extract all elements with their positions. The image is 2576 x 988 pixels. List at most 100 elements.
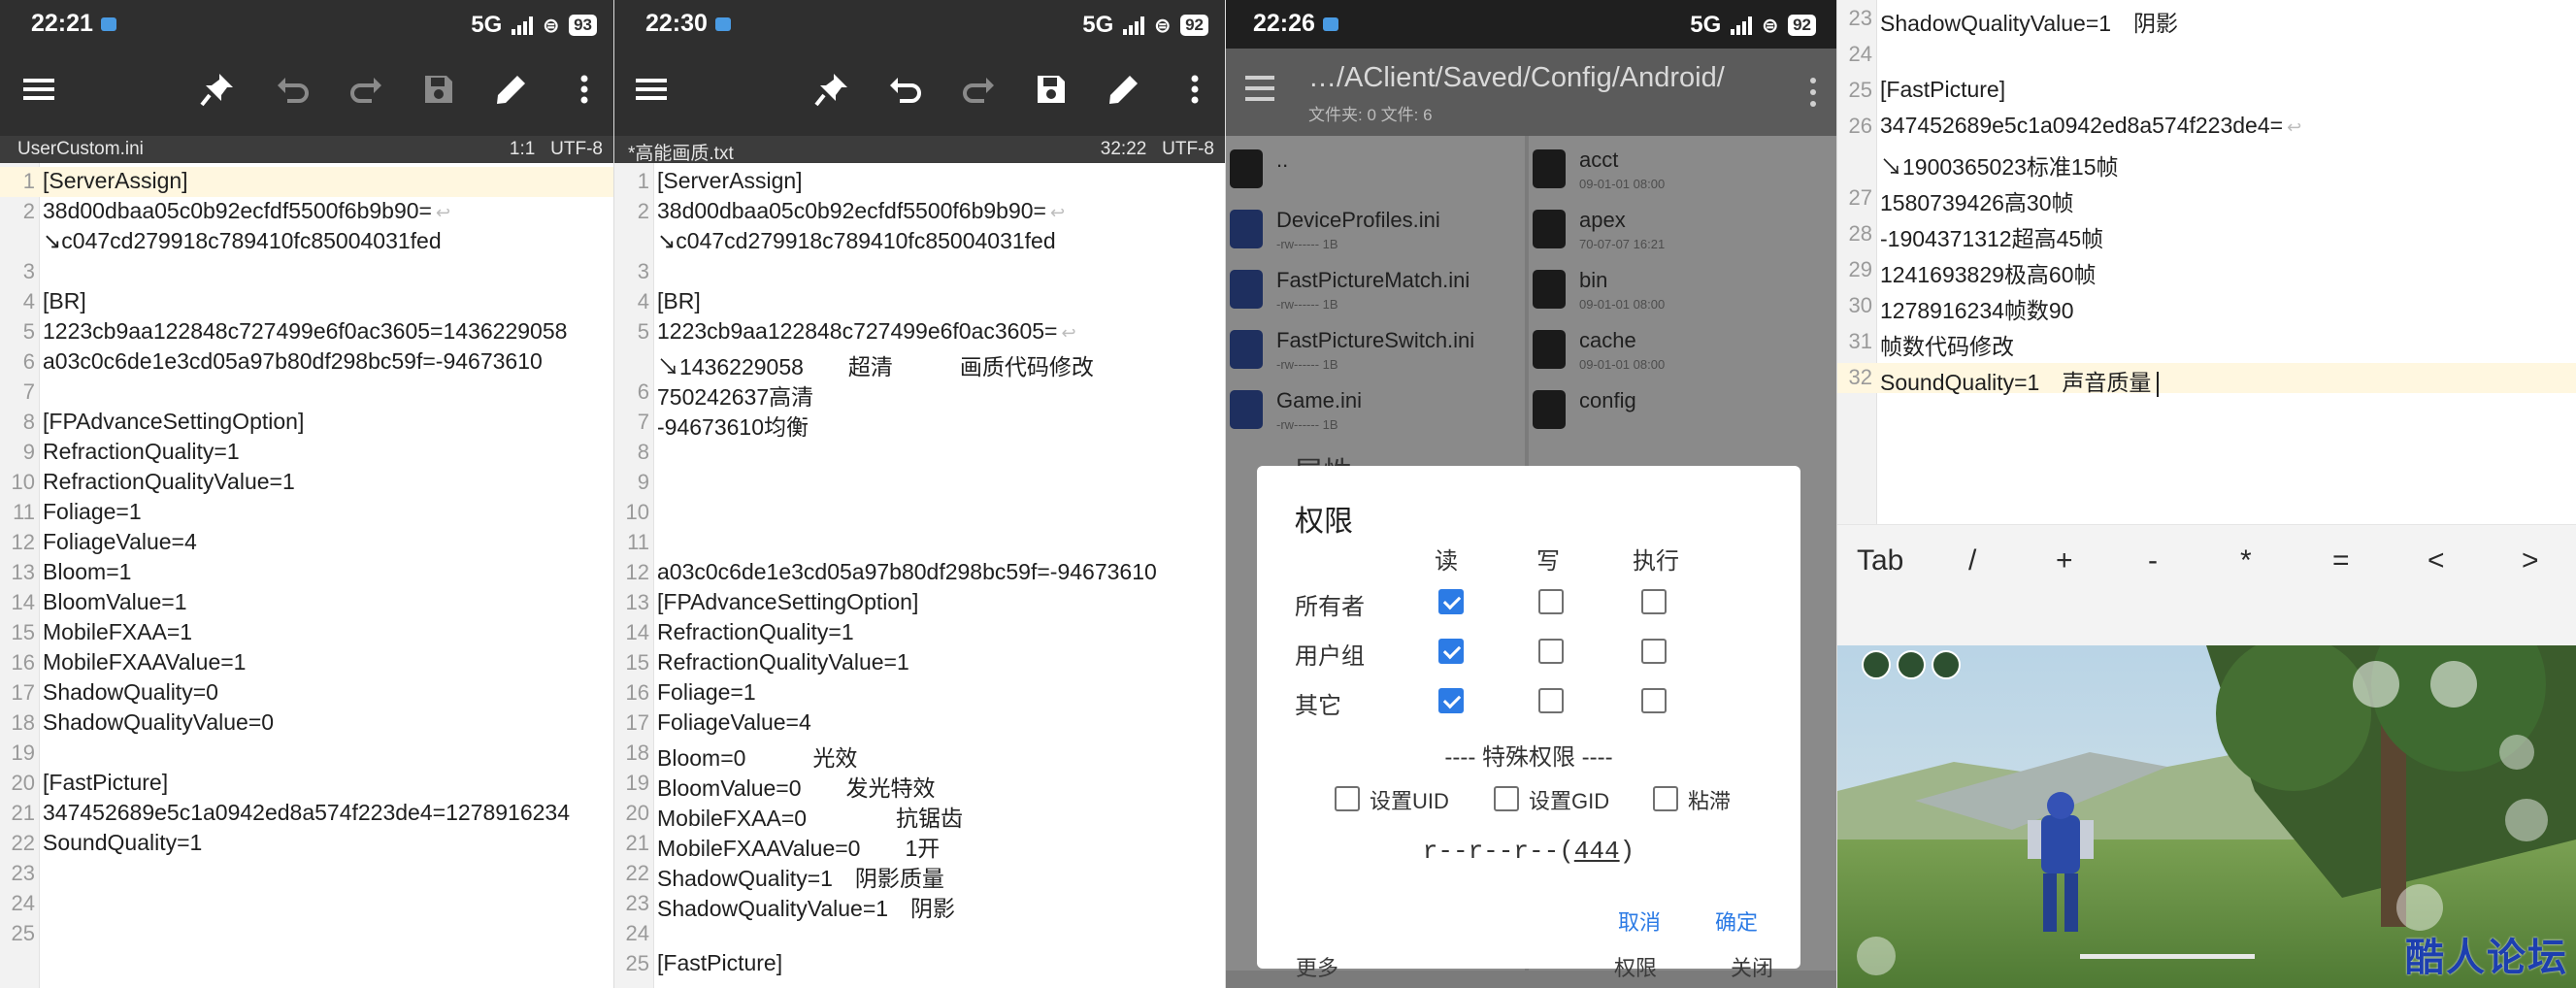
- editor-line[interactable]: 11: [614, 528, 1226, 558]
- editor-line[interactable]: 23 ShadowQualityValue=1 阴影: [614, 889, 1226, 921]
- text-editor[interactable]: 1 [ServerAssign] 2 38d00dbaa05c0b92ecfdf550…: [0, 163, 614, 988]
- editor-line[interactable]: 14 BloomValue=1: [0, 588, 614, 618]
- symbol-key[interactable]: +: [2056, 544, 2073, 577]
- editor-line[interactable]: 31 帧数代码修改: [1837, 327, 2576, 359]
- editor-line[interactable]: 2 38d00dbaa05c0b92ecfdf5500f6b9b90= ↩: [0, 197, 614, 227]
- editor-line[interactable]: 5 1223cb9aa122848c727499e6f0ac3605=143622…: [0, 317, 614, 347]
- permission-checkbox[interactable]: [1641, 589, 1667, 614]
- editor-line[interactable]: 10 RefractionQualityValue=1: [0, 468, 614, 498]
- editor-line[interactable]: 18 ShadowQualityValue=0: [0, 708, 614, 739]
- pin-icon[interactable]: [812, 70, 851, 109]
- editor-line[interactable]: 7 -94673610均衡: [614, 408, 1226, 440]
- editor-line[interactable]: 4 [BR]: [0, 287, 614, 317]
- permission-checkbox[interactable]: [1438, 639, 1464, 664]
- symbol-key[interactable]: /: [1968, 544, 1976, 577]
- editor-line[interactable]: 24: [614, 919, 1226, 949]
- more-icon[interactable]: [1175, 70, 1214, 109]
- special-permission-checkbox[interactable]: [1653, 786, 1678, 811]
- permission-checkbox[interactable]: [1538, 589, 1564, 614]
- edit-icon[interactable]: [492, 70, 531, 109]
- editor-line[interactable]: 25 [FastPicture]: [1837, 76, 2576, 106]
- redo-icon[interactable]: [959, 70, 998, 109]
- symbol-key[interactable]: >: [2522, 544, 2539, 577]
- editor-line[interactable]: ↘1436229058 超清 画质代码修改: [614, 347, 1226, 379]
- file-item[interactable]: FastPictureMatch.ini -rw------ 1B: [1226, 262, 1525, 318]
- symbol-key[interactable]: *: [2240, 544, 2252, 577]
- editor-line[interactable]: 19: [0, 739, 614, 769]
- file-item[interactable]: config: [1529, 382, 1837, 439]
- file-item[interactable]: bin 09-01-01 08:00: [1529, 262, 1837, 318]
- editor-line[interactable]: 2 38d00dbaa05c0b92ecfdf5500f6b9b90= ↩: [614, 197, 1226, 227]
- editor-line[interactable]: ↘1900365023标准15帧: [1837, 148, 2576, 180]
- permission-checkbox[interactable]: [1438, 589, 1464, 614]
- symbol-key[interactable]: Tab: [1857, 544, 1903, 577]
- editor-line[interactable]: 24: [0, 889, 614, 919]
- editor-line[interactable]: ↘c047cd279918c789410fc85004031fed: [0, 227, 614, 257]
- redo-icon[interactable]: [347, 70, 385, 109]
- ok-button[interactable]: 确定: [1715, 906, 1758, 937]
- file-item[interactable]: apex 70-07-07 16:21: [1529, 202, 1837, 258]
- editor-line[interactable]: 13 Bloom=1: [0, 558, 614, 588]
- undo-icon[interactable]: [274, 70, 313, 109]
- save-icon[interactable]: [1032, 70, 1071, 109]
- editor-line[interactable]: 26 347452689e5c1a0942ed8a574f223de4= ↩: [1837, 112, 2576, 142]
- editor-line[interactable]: 8: [614, 438, 1226, 468]
- editor-line[interactable]: 6 a03c0c6de1e3cd05a97b80df298bc59f=-94673…: [0, 347, 614, 378]
- menu-icon[interactable]: [1245, 76, 1274, 108]
- undo-icon[interactable]: [886, 70, 925, 109]
- file-item[interactable]: Game.ini -rw------ 1B: [1226, 382, 1525, 439]
- editor-line[interactable]: 17 FoliageValue=4: [614, 708, 1226, 739]
- editor-line[interactable]: 32 SoundQuality=1 声音质量: [1837, 363, 2576, 397]
- editor-line[interactable]: 18 Bloom=0 光效: [614, 739, 1226, 771]
- cancel-button[interactable]: 取消: [1618, 906, 1661, 937]
- editor-line[interactable]: 29 1241693829极高60帧: [1837, 255, 2576, 287]
- file-item[interactable]: FastPictureSwitch.ini -rw------ 1B: [1226, 322, 1525, 379]
- editor-line[interactable]: 19 BloomValue=0 发光特效: [614, 769, 1226, 801]
- editor-line[interactable]: 9: [614, 468, 1226, 498]
- more-icon[interactable]: [1810, 78, 1816, 113]
- bottom-close[interactable]: 关闭: [1731, 951, 1773, 982]
- editor-line[interactable]: 25 [FastPicture]: [614, 949, 1226, 979]
- edit-icon[interactable]: [1105, 70, 1143, 109]
- editor-line[interactable]: 21 347452689e5c1a0942ed8a574f223de4=12789…: [0, 799, 614, 829]
- file-item[interactable]: DeviceProfiles.ini -rw------ 1B: [1226, 202, 1525, 258]
- file-item[interactable]: acct 09-01-01 08:00: [1529, 142, 1837, 198]
- symbol-key[interactable]: =: [2332, 544, 2350, 577]
- editor-line[interactable]: 4 [BR]: [614, 287, 1226, 317]
- bottom-permission[interactable]: 权限: [1614, 951, 1657, 982]
- editor-line[interactable]: 12 FoliageValue=4: [0, 528, 614, 558]
- editor-line[interactable]: 20 [FastPicture]: [0, 769, 614, 799]
- file-item[interactable]: cache 09-01-01 08:00: [1529, 322, 1837, 379]
- text-editor[interactable]: 1 [ServerAssign] 2 38d00dbaa05c0b92ecfdf550…: [614, 163, 1226, 988]
- permission-checkbox[interactable]: [1641, 639, 1667, 664]
- editor-line[interactable]: 30 1278916234帧数90: [1837, 291, 2576, 323]
- pin-icon[interactable]: [198, 70, 237, 109]
- editor-line[interactable]: 3: [614, 257, 1226, 287]
- editor-line[interactable]: 7: [0, 378, 614, 408]
- editor-line[interactable]: ↘c047cd279918c789410fc85004031fed: [614, 227, 1226, 257]
- editor-line[interactable]: 17 ShadowQuality=0: [0, 678, 614, 708]
- permission-checkbox[interactable]: [1538, 639, 1564, 664]
- menu-icon[interactable]: [19, 70, 58, 109]
- save-icon[interactable]: [419, 70, 458, 109]
- editor-line[interactable]: 13 [FPAdvanceSettingOption]: [614, 588, 1226, 618]
- editor-line[interactable]: 14 RefractionQuality=1: [614, 618, 1226, 648]
- editor-line[interactable]: 23: [0, 859, 614, 889]
- text-editor[interactable]: 23 ShadowQualityValue=1 阴影 24 25 [FastPictur…: [1837, 0, 2576, 524]
- editor-line[interactable]: 15 MobileFXAA=1: [0, 618, 614, 648]
- permission-checkbox[interactable]: [1438, 688, 1464, 713]
- editor-line[interactable]: 20 MobileFXAA=0 抗锯齿: [614, 799, 1226, 831]
- editor-line[interactable]: 23 ShadowQualityValue=1 阴影: [1837, 4, 2576, 36]
- editor-line[interactable]: 9 RefractionQuality=1: [0, 438, 614, 468]
- special-permission-checkbox[interactable]: [1335, 786, 1360, 811]
- editor-line[interactable]: 1 [ServerAssign]: [0, 167, 614, 197]
- editor-line[interactable]: 5 1223cb9aa122848c727499e6f0ac3605= ↩: [614, 317, 1226, 347]
- symbol-key[interactable]: -: [2148, 544, 2158, 577]
- editor-line[interactable]: 28 -1904371312超高45帧: [1837, 219, 2576, 251]
- more-icon[interactable]: [565, 70, 604, 109]
- special-permission-checkbox[interactable]: [1494, 786, 1519, 811]
- editor-line[interactable]: 27 1580739426高30帧: [1837, 183, 2576, 215]
- bottom-more[interactable]: 更多: [1296, 951, 1338, 982]
- editor-line[interactable]: 15 RefractionQualityValue=1: [614, 648, 1226, 678]
- editor-line[interactable]: 21 MobileFXAAValue=0 1开: [614, 829, 1226, 861]
